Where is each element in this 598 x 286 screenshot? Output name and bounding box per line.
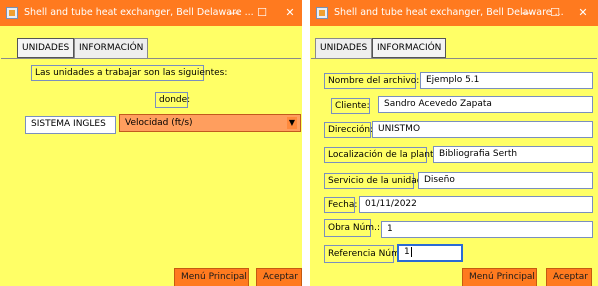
maximize-icon[interactable]: ☐ <box>249 0 275 26</box>
left-window: Shell and tube heat exchanger, Bell Dela… <box>0 0 302 286</box>
donde-label: donde: <box>155 92 190 108</box>
maximize-icon[interactable]: ☐ <box>542 0 568 26</box>
left-tab-strip: UNIDADES INFORMACIÓN <box>0 26 302 58</box>
right-tab-strip: UNIDADES INFORMACIÓN <box>310 26 598 58</box>
minimize-icon[interactable]: — <box>221 0 247 26</box>
file-name-field[interactable]: Ejemplo 5.1 <box>420 72 593 89</box>
client-label: Cliente: <box>331 98 370 114</box>
reference-number-field[interactable]: 1 <box>397 244 463 262</box>
work-number-label: Obra Núm.: <box>324 219 380 237</box>
plant-location-label: Localización de la planta: <box>324 147 442 163</box>
right-window: Shell and tube heat exchanger, Bell Dela… <box>310 0 598 286</box>
tab-informacion[interactable]: INFORMACIÓN <box>372 38 447 58</box>
date-field[interactable]: 01/11/2022 <box>359 196 593 213</box>
unit-select[interactable]: Velocidad (ft/s) ▼ <box>119 114 301 132</box>
menu-principal-button[interactable]: Menú Principal <box>462 268 537 286</box>
tab-unidades[interactable]: UNIDADES <box>315 38 373 58</box>
aceptar-button[interactable]: Aceptar <box>546 268 592 286</box>
right-title-bar[interactable]: Shell and tube heat exchanger, Bell Dela… <box>310 0 598 26</box>
unit-service-field[interactable]: Diseño <box>418 172 593 189</box>
menu-principal-button[interactable]: Menú Principal <box>174 268 249 286</box>
dropdown-arrow-icon[interactable]: ▼ <box>287 117 297 129</box>
tab-informacion[interactable]: INFORMACIÓN <box>74 38 149 58</box>
java-app-icon <box>316 7 328 19</box>
left-title-bar[interactable]: Shell and tube heat exchanger, Bell Dela… <box>0 0 302 26</box>
close-icon[interactable]: ✕ <box>277 0 302 26</box>
tab-unidades[interactable]: UNIDADES <box>17 38 75 58</box>
unit-service-label: Servicio de la unidad: <box>324 173 425 189</box>
unit-system-field[interactable]: SISTEMA INGLES <box>25 116 116 134</box>
text-caret <box>410 246 412 257</box>
unit-select-value: Velocidad (ft/s) <box>125 118 193 128</box>
address-label: Dirección: <box>324 122 373 138</box>
minimize-icon[interactable]: — <box>514 0 540 26</box>
reference-number-value: 1 <box>404 247 410 257</box>
java-app-icon <box>6 7 18 19</box>
units-intro-label: Las unidades a trabajar son las siguient… <box>31 65 227 81</box>
file-name-label: Nombre del archivo: <box>324 73 419 89</box>
left-tab-panel <box>1 58 301 286</box>
left-window-title: Shell and tube heat exchanger, Bell Dela… <box>24 7 254 18</box>
reference-number-label: Referencia Núm.: <box>324 245 406 263</box>
close-icon[interactable]: ✕ <box>570 0 596 26</box>
plant-location-field[interactable]: Bibliografia Serth <box>433 146 593 163</box>
address-field[interactable]: UNISTMO <box>372 121 593 138</box>
work-number-field[interactable]: 1 <box>381 221 593 238</box>
client-field[interactable]: Sandro Acevedo Zapata <box>378 96 593 113</box>
aceptar-button[interactable]: Aceptar <box>256 268 302 286</box>
date-label: Fecha: <box>324 197 357 213</box>
